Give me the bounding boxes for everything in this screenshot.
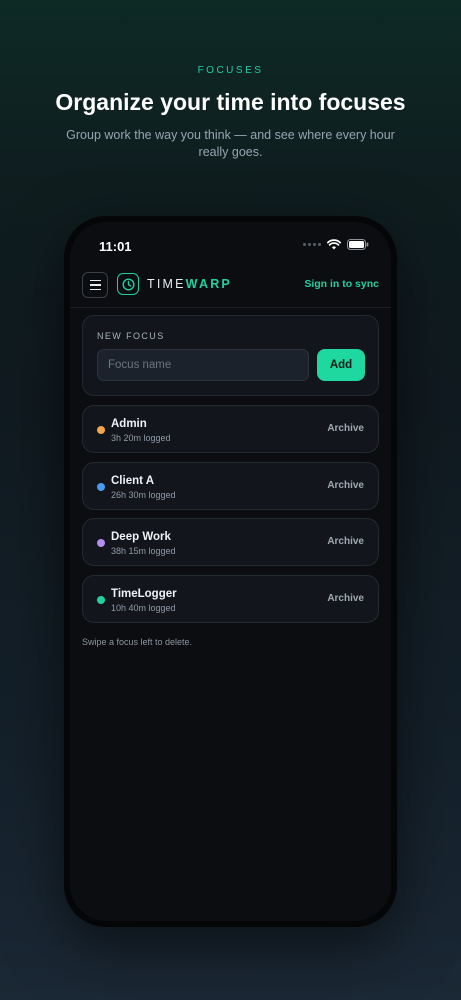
focus-list-item[interactable]: Client A 26h 30m logged Archive — [82, 461, 379, 510]
status-icons — [303, 239, 369, 250]
logo-icon — [117, 273, 139, 295]
focus-name: Deep Work — [111, 531, 171, 543]
focus-color-dot — [97, 595, 105, 604]
new-focus-card: NEW FOCUS Add — [82, 315, 379, 396]
focus-list-item[interactable]: Deep Work 38h 15m logged Archive — [82, 518, 379, 566]
eyebrow-label: FOCUSES — [197, 65, 264, 76]
status-time: 11:01 — [99, 239, 132, 254]
focus-name: Client A — [111, 474, 155, 487]
hero-headline: Organize your time into focuses — [55, 89, 406, 115]
app-logo: TIMEWARP — [147, 277, 232, 291]
new-focus-label: NEW FOCUS — [97, 331, 165, 341]
archive-button[interactable]: Archive — [327, 536, 364, 547]
focus-list-item[interactable]: Admin 3h 20m logged Archive — [82, 405, 379, 453]
focus-name-input[interactable] — [97, 349, 309, 381]
app-header: TIMEWARP Sign in to sync — [70, 264, 391, 308]
logo-text-bold: WARP — [185, 277, 232, 291]
archive-button[interactable]: Archive — [327, 423, 364, 434]
menu-button[interactable] — [82, 272, 108, 298]
archive-button[interactable]: Archive — [327, 480, 364, 491]
hero-subhead: Group work the way you think — and see w… — [66, 128, 395, 159]
add-focus-button[interactable]: Add — [317, 349, 365, 381]
sign-in-link[interactable]: Sign in to sync — [304, 278, 379, 290]
signal-icon — [303, 243, 321, 246]
app-screen: 11:01 TIMEWARP Sign in to sync NEW FOCUS… — [70, 222, 391, 921]
focus-list-item[interactable]: TimeLogger 10h 40m logged Archive — [82, 574, 379, 623]
battery-icon — [347, 239, 369, 250]
clock-icon — [121, 277, 135, 291]
focus-color-dot — [97, 539, 105, 547]
focus-color-dot — [97, 426, 105, 434]
focus-logged-time: 10h 40m logged — [111, 602, 176, 613]
swipe-hint: Swipe a focus left to delete. — [82, 637, 193, 647]
focus-name: Admin — [111, 418, 147, 430]
focus-color-dot — [97, 482, 105, 491]
hamburger-icon — [89, 279, 101, 282]
focus-logged-time: 38h 15m logged — [111, 546, 176, 556]
archive-button[interactable]: Archive — [327, 593, 364, 604]
focus-logged-time: 3h 20m logged — [111, 433, 171, 443]
focus-logged-time: 26h 30m logged — [111, 489, 176, 500]
wifi-icon — [327, 239, 341, 250]
logo-text-light: TIME — [147, 277, 186, 291]
focus-name: TimeLogger — [111, 587, 177, 600]
phone-frame: 11:01 TIMEWARP Sign in to sync NEW FOCUS… — [64, 216, 397, 927]
